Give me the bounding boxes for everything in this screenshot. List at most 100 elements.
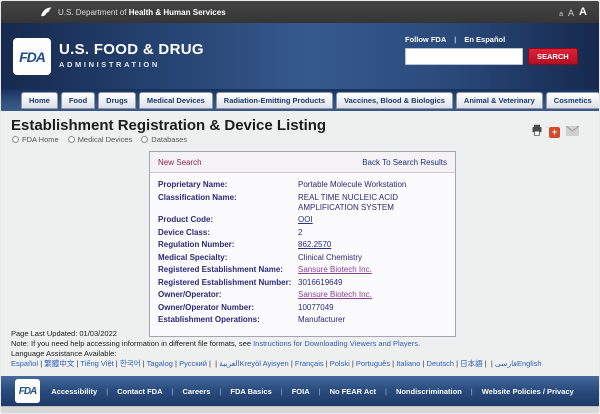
language-link[interactable]: Tiếng Việt <box>80 359 119 368</box>
fda-logo[interactable]: FDA <box>13 38 51 75</box>
row-value: Portable Molecule Workstation <box>298 180 447 190</box>
table-row: Establishment Operations: Manufacturer <box>158 315 447 325</box>
fda-header: FDA U.S. FOOD & DRUG ADMINISTRATION Foll… <box>1 23 599 89</box>
font-size-medium-button[interactable]: A <box>568 8 574 18</box>
back-to-search-results-link[interactable]: Back To Search Results <box>362 158 447 167</box>
header-utility-area: Follow FDA | En Español SEARCH <box>405 35 569 65</box>
language-link[interactable]: Deutsch <box>427 359 461 368</box>
card-body: Proprietary Name: Portable Molecule Work… <box>150 173 455 336</box>
language-link[interactable]: 繁體中文 <box>44 359 80 368</box>
share-icon[interactable]: + <box>549 127 560 138</box>
language-link[interactable]: Tagalog <box>147 359 179 368</box>
font-size-small-button[interactable]: a <box>559 11 563 18</box>
nav-tab-drugs[interactable]: Drugs <box>98 92 136 109</box>
nav-tab-radiation-emitting-products[interactable]: Radiation-Emitting Products <box>216 92 333 109</box>
row-label: Owner/Operator: <box>158 290 298 300</box>
nav-tab-medical-devices[interactable]: Medical Devices <box>139 92 213 109</box>
print-icon[interactable] <box>531 123 543 141</box>
language-link[interactable]: 한국어 <box>120 359 147 368</box>
font-size-large-button[interactable]: A <box>579 6 587 18</box>
product-code-link[interactable]: OOI <box>298 215 313 224</box>
breadcrumb: FDA Home Medical Devices Databases <box>1 135 599 144</box>
breadcrumb-dot-icon <box>141 136 148 143</box>
fda-brand-line1: U.S. FOOD & DRUG <box>59 41 204 58</box>
breadcrumb-label: FDA Home <box>22 135 59 144</box>
language-link[interactable]: فارسی <box>489 359 517 368</box>
page-title: Establishment Registration & Device List… <box>1 111 599 135</box>
language-link[interactable]: Русский <box>179 359 213 368</box>
footer-link-accessibility[interactable]: Accessibility <box>51 387 97 396</box>
table-row: Medical Specialty: Clinical Chemistry <box>158 253 447 263</box>
footer-link-website-policies-privacy[interactable]: Website Policies / Privacy <box>462 387 574 396</box>
nav-tab-food[interactable]: Food <box>61 92 95 109</box>
row-label: Product Code: <box>158 215 298 225</box>
language-link[interactable]: Português <box>356 359 396 368</box>
row-label: Registered Establishment Name: <box>158 265 298 275</box>
email-icon[interactable] <box>566 123 579 141</box>
nav-tab-cosmetics[interactable]: Cosmetics <box>546 92 600 109</box>
footer-links: Accessibility Contact FDA Careers FDA Ba… <box>40 387 585 396</box>
search-input[interactable] <box>405 48 523 65</box>
table-row: Owner/Operator Number: 10077049 <box>158 303 447 313</box>
divider: | <box>454 35 456 44</box>
language-link[interactable]: العربية <box>213 359 240 368</box>
row-label: Device Class: <box>158 228 298 238</box>
row-label: Classification Name: <box>158 193 298 213</box>
page-action-icons: + <box>531 123 579 141</box>
row-label: Proprietary Name: <box>158 180 298 190</box>
row-value: 3016619649 <box>298 278 447 288</box>
breadcrumb-databases[interactable]: Databases <box>141 135 187 144</box>
table-row: Classification Name: REAL TIME NUCLEIC A… <box>158 193 447 213</box>
nav-tab-vaccines-blood-biologics[interactable]: Vaccines, Blood & Biologics <box>336 92 453 109</box>
site-footer: FDA Accessibility Contact FDA Careers FD… <box>1 376 599 406</box>
browser-viewport: U.S. Department of Health & Human Servic… <box>0 0 600 414</box>
language-link[interactable]: 日本語 <box>460 359 489 368</box>
language-link[interactable]: Polski <box>330 359 356 368</box>
footer-link-foia[interactable]: FOIA <box>272 387 310 396</box>
footer-link-fda-basics[interactable]: FDA Basics <box>210 387 271 396</box>
language-link[interactable]: Italiano <box>396 359 426 368</box>
owner-operator-link[interactable]: Sansure Biotech Inc. <box>298 290 372 299</box>
en-espanol-link[interactable]: En Español <box>464 35 505 44</box>
footer-fda-logo[interactable]: FDA <box>15 379 40 403</box>
nav-tab-home[interactable]: Home <box>21 92 58 109</box>
breadcrumb-label: Databases <box>151 135 187 144</box>
language-assistance: Language Assistance Available: Español繁體… <box>11 349 589 369</box>
nav-tab-animal-veterinary[interactable]: Animal & Veterinary <box>456 92 543 109</box>
formats-note: Note: If you need help accessing informa… <box>11 339 589 349</box>
table-row: Registered Establishment Name: Sansure B… <box>158 265 447 275</box>
language-link-english[interactable]: English <box>517 359 542 368</box>
row-value: 2 <box>298 228 447 238</box>
footer-link-no-fear-act[interactable]: No FEAR Act <box>310 387 376 396</box>
hhs-eagle-icon <box>39 5 53 19</box>
language-link[interactable]: Français <box>295 359 330 368</box>
hhs-department-label: U.S. Department of Health & Human Servic… <box>58 8 226 17</box>
language-link[interactable]: Español <box>11 359 44 368</box>
table-row: Regulation Number: 862.2570 <box>158 240 447 250</box>
breadcrumb-dot-icon <box>12 136 19 143</box>
registered-establishment-name-link[interactable]: Sansure Biotech Inc. <box>298 265 372 274</box>
footer-link-careers[interactable]: Careers <box>163 387 211 396</box>
card-header: New Search Back To Search Results <box>150 152 455 173</box>
row-label: Establishment Operations: <box>158 315 298 325</box>
bottom-strip <box>1 406 599 414</box>
regulation-number-link[interactable]: 862.2570 <box>298 240 331 249</box>
hhs-top-bar: U.S. Department of Health & Human Servic… <box>1 1 599 23</box>
new-search-link[interactable]: New Search <box>158 158 202 167</box>
breadcrumb-dot-icon <box>68 136 75 143</box>
language-assistance-label: Language Assistance Available: <box>11 349 116 358</box>
search-button[interactable]: SEARCH <box>528 48 578 65</box>
breadcrumb-medical-devices[interactable]: Medical Devices <box>68 135 133 144</box>
row-label: Registered Establishment Number: <box>158 278 298 288</box>
follow-fda-link[interactable]: Follow FDA <box>405 35 446 44</box>
row-label: Medical Specialty: <box>158 253 298 263</box>
breadcrumb-fda-home[interactable]: FDA Home <box>12 135 59 144</box>
footer-link-nondiscrimination[interactable]: Nondiscrimination <box>376 387 462 396</box>
downloading-viewers-link[interactable]: Instructions for Downloading Viewers and… <box>253 339 418 348</box>
row-value: Manufacturer <box>298 315 447 325</box>
fda-wordmark: U.S. FOOD & DRUG ADMINISTRATION <box>59 41 204 69</box>
table-row: Owner/Operator: Sansure Biotech Inc. <box>158 290 447 300</box>
fda-brand-line2: ADMINISTRATION <box>59 60 204 69</box>
footer-link-contact-fda[interactable]: Contact FDA <box>97 387 162 396</box>
language-link[interactable]: Kreyòl Ayisyen <box>240 359 295 368</box>
